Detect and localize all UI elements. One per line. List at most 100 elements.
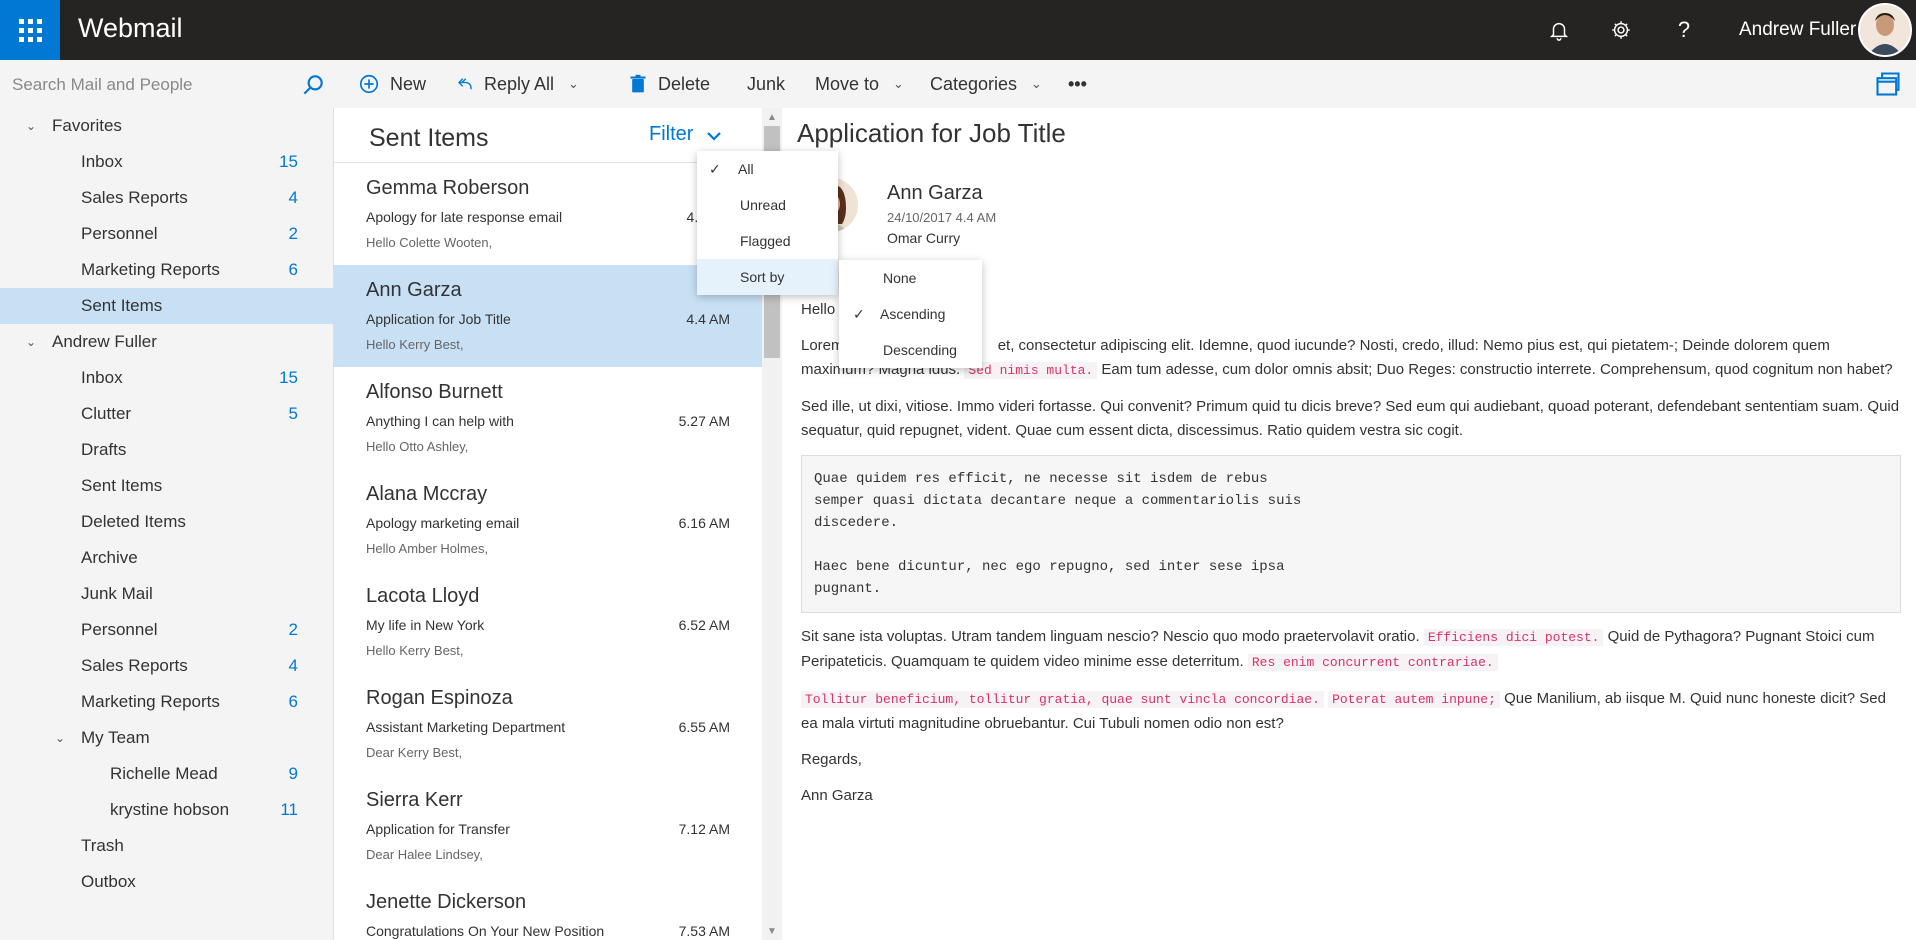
sidebar-item-drafts[interactable]: Drafts xyxy=(0,432,334,468)
popout-icon[interactable] xyxy=(1874,70,1902,98)
sidebar-item-clutter[interactable]: Clutter 5 xyxy=(0,396,334,432)
new-button[interactable]: New xyxy=(358,60,426,108)
categories-button[interactable]: Categories ⌄ xyxy=(930,60,1042,108)
filter-option-flagged[interactable]: Flagged xyxy=(697,223,838,259)
message-item[interactable]: Sierra Kerr Application for Transfer 7.1… xyxy=(334,775,762,877)
sidebar-item-favorites-sales-reports[interactable]: Sales Reports 4 xyxy=(0,180,334,216)
inline-code: Efficiens dici potest. xyxy=(1423,629,1604,646)
email-sender-name[interactable]: Ann Garza xyxy=(887,182,983,205)
folder-group-favorites[interactable]: ⌄ Favorites xyxy=(0,108,334,144)
filter-option-unread[interactable]: Unread xyxy=(697,187,838,223)
message-item[interactable]: Lacota Lloyd My life in New York 6.52 AM… xyxy=(334,571,762,673)
code-block: Quae quidem res efficit, ne necesse sit … xyxy=(801,455,1901,613)
message-preview: Dear Halee Lindsey, xyxy=(366,847,483,862)
top-bar: Webmail ? Andrew Fuller xyxy=(0,0,1916,60)
sort-option-ascending[interactable]: ✓ Ascending xyxy=(839,296,982,332)
email-paragraph: Sed ille, ut dixi, vitiose. Immo videri … xyxy=(801,398,1900,439)
message-subject: Congratulations On Your New Position xyxy=(366,923,605,939)
folder-pane: ⌄ Favorites Inbox 15 Sales Reports 4 Per… xyxy=(0,60,334,940)
sidebar-item-sent-items[interactable]: Sent Items xyxy=(0,468,334,504)
message-sender: Sierra Kerr xyxy=(366,789,463,811)
sidebar-item-personnel[interactable]: Personnel 2 xyxy=(0,612,334,648)
message-item[interactable]: Alana Mccray Apology marketing email 6.1… xyxy=(334,469,762,571)
filter-option-sort-by[interactable]: Sort by xyxy=(697,259,838,295)
move-to-button[interactable]: Move to ⌄ xyxy=(815,60,904,108)
email-body: Hello Lorem et, consectetur adipiscing e… xyxy=(801,298,1901,820)
notifications-button[interactable] xyxy=(1545,16,1573,44)
message-sender: Alfonso Burnett xyxy=(366,381,503,403)
scroll-up-arrow-icon[interactable]: ▲ xyxy=(762,108,782,126)
sidebar-item-deleted-items[interactable]: Deleted Items xyxy=(0,504,334,540)
sidebar-item-krystine-hobson[interactable]: krystine hobson 11 xyxy=(0,792,334,828)
chevron-down-icon[interactable]: ⌄ xyxy=(568,76,579,92)
new-label: New xyxy=(390,73,427,94)
gear-icon xyxy=(1612,21,1630,39)
message-time: 5.27 AM xyxy=(678,413,730,429)
plus-circle-icon xyxy=(359,74,379,94)
message-subject: Application for Job Title xyxy=(366,311,511,327)
message-item[interactable]: Jenette Dickerson Congratulations On You… xyxy=(334,877,762,940)
unread-count: 2 xyxy=(288,620,298,639)
sort-option-descending[interactable]: Descending xyxy=(839,332,982,368)
message-sender: Lacota Lloyd xyxy=(366,585,480,607)
search-icon[interactable] xyxy=(300,72,326,98)
help-button[interactable]: ? xyxy=(1670,16,1698,44)
sidebar-item-inbox[interactable]: Inbox 15 xyxy=(0,360,334,396)
unread-count: 15 xyxy=(279,152,298,171)
sidebar-item-sales-reports[interactable]: Sales Reports 4 xyxy=(0,648,334,684)
app-launcher-button[interactable] xyxy=(0,0,60,60)
delete-button[interactable]: Delete xyxy=(628,60,710,108)
sidebar-item-favorites-personnel[interactable]: Personnel 2 xyxy=(0,216,334,252)
sidebar-item-favorites-marketing-reports[interactable]: Marketing Reports 6 xyxy=(0,252,334,288)
sidebar-item-richelle-mead[interactable]: Richelle Mead 9 xyxy=(0,756,334,792)
inline-code: Sed nimis multa. xyxy=(964,362,1098,379)
message-item[interactable]: Alfonso Burnett Anything I can help with… xyxy=(334,367,762,469)
sidebar-item-junk-mail[interactable]: Junk Mail xyxy=(0,576,334,612)
folder-group-account[interactable]: ⌄ Andrew Fuller xyxy=(0,324,334,360)
folder-group-my-team[interactable]: ⌄ My Team xyxy=(0,720,334,756)
inline-code: Tollitur beneficium, tollitur gratia, qu… xyxy=(801,691,1324,708)
trash-icon xyxy=(630,74,646,93)
email-recipient[interactable]: Omar Curry xyxy=(887,230,960,246)
chevron-down-icon[interactable]: ⌄ xyxy=(26,119,40,133)
scroll-down-arrow-icon[interactable]: ▼ xyxy=(762,922,782,940)
more-options-button[interactable]: ••• xyxy=(1068,60,1087,108)
message-preview: Hello Kerry Best, xyxy=(366,643,464,658)
chevron-down-icon[interactable] xyxy=(706,128,722,144)
sidebar-item-outbox[interactable]: Outbox xyxy=(0,864,334,900)
filter-option-all[interactable]: ✓ All xyxy=(697,151,838,187)
reading-pane: Application for Job Title Ann Garza 24/1… xyxy=(782,108,1916,940)
waffle-icon xyxy=(18,18,42,42)
checkmark-icon: ✓ xyxy=(853,305,865,322)
sidebar-item-favorites-inbox[interactable]: Inbox 15 xyxy=(0,144,334,180)
unread-count: 6 xyxy=(288,692,298,711)
avatar-image xyxy=(1860,5,1910,55)
user-name[interactable]: Andrew Fuller xyxy=(1739,19,1856,41)
sort-option-none[interactable]: None xyxy=(839,260,982,296)
sidebar-item-favorites-sent-items[interactable]: Sent Items xyxy=(0,288,334,324)
sidebar-item-archive[interactable]: Archive xyxy=(0,540,334,576)
message-sender: Alana Mccray xyxy=(366,483,488,505)
categories-label: Categories xyxy=(930,73,1018,94)
chevron-down-icon[interactable]: ⌄ xyxy=(26,335,40,349)
search-input[interactable] xyxy=(12,70,292,100)
message-subject: My life in New York xyxy=(366,617,485,633)
junk-button[interactable]: Junk xyxy=(747,60,785,108)
settings-button[interactable] xyxy=(1607,16,1635,44)
email-signature: Ann Garza xyxy=(801,787,873,804)
move-to-label: Move to xyxy=(815,73,880,94)
user-avatar[interactable] xyxy=(1858,3,1912,57)
message-item[interactable]: Rogan Espinoza Assistant Marketing Depar… xyxy=(334,673,762,775)
sidebar-item-marketing-reports[interactable]: Marketing Reports 6 xyxy=(0,684,334,720)
chevron-down-icon[interactable]: ⌄ xyxy=(1031,76,1042,92)
email-subject-title: Application for Job Title xyxy=(797,118,1066,148)
inline-code: Res enim concurrent contrariae. xyxy=(1247,654,1498,671)
reply-all-button[interactable]: Reply All ⌄ xyxy=(456,60,579,108)
chevron-down-icon[interactable]: ⌄ xyxy=(893,76,904,92)
folder-tree: ⌄ Favorites Inbox 15 Sales Reports 4 Per… xyxy=(0,108,334,900)
chevron-down-icon[interactable]: ⌄ xyxy=(55,731,69,745)
sidebar-item-trash[interactable]: Trash xyxy=(0,828,334,864)
filter-button[interactable]: Filter xyxy=(649,123,693,146)
email-paragraph: Sit sane ista voluptas. Utram tandem lin… xyxy=(801,628,1875,671)
message-time: 4.4 AM xyxy=(686,311,730,327)
